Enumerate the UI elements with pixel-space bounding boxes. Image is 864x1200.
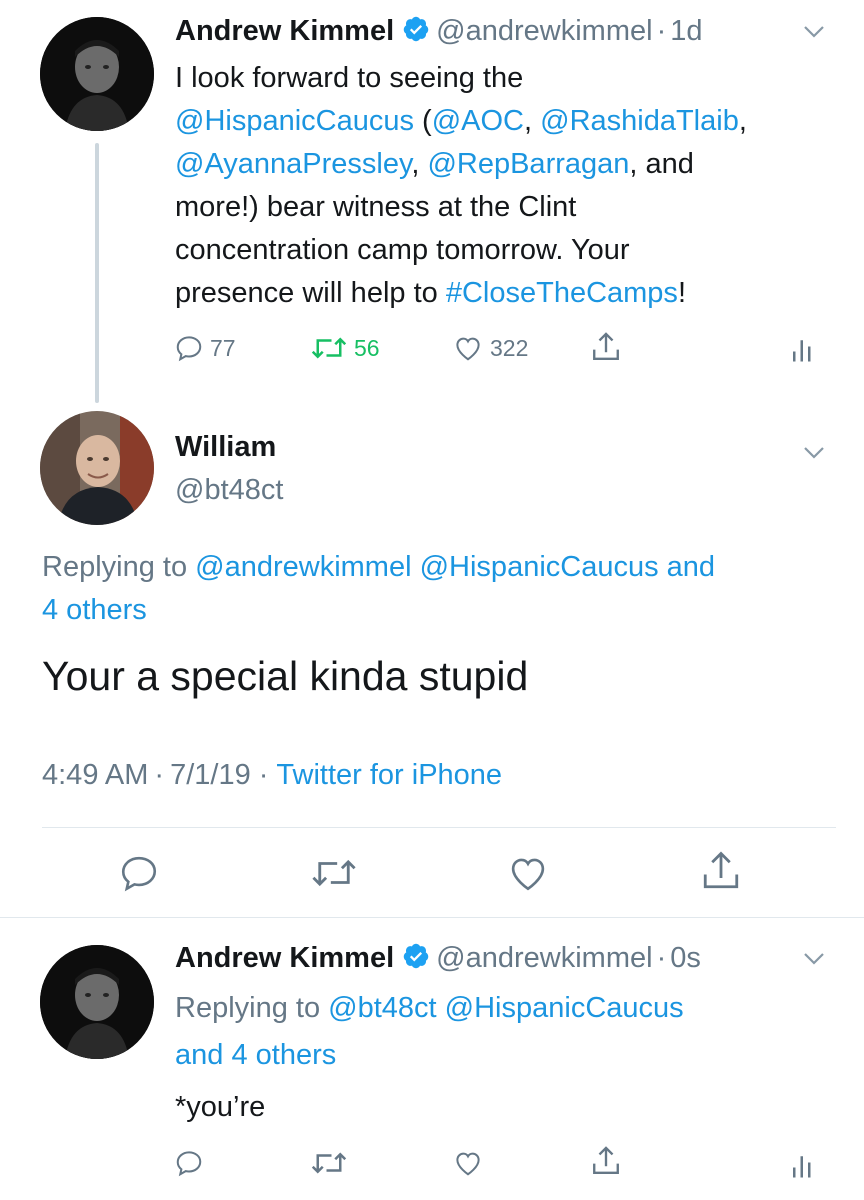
retweet-count: 56 (354, 334, 380, 361)
share-button[interactable] (590, 330, 622, 364)
tweet-text-segment: more!) bear witness at the Clint (175, 191, 577, 223)
analytics-button[interactable] (790, 334, 816, 364)
retweet-icon (312, 859, 356, 887)
tweet2-author-handle[interactable]: @bt48ct (175, 474, 283, 507)
thread-connector (95, 143, 99, 403)
replying-to-prefix: Replying to (175, 992, 329, 1024)
tweet-text-segment: ( (413, 105, 432, 137)
replying-to-others[interactable]: 4 others (42, 594, 147, 626)
like-button[interactable] (507, 852, 549, 894)
tweet-text-line: more!) bear witness at the Clint (175, 186, 835, 229)
divider (42, 827, 836, 828)
chevron-down-icon[interactable] (802, 951, 826, 972)
tweet-text-line: @AyannaPressley, @RepBarragan, and (175, 143, 835, 186)
tweet1-author-name[interactable]: Andrew Kimmel (175, 15, 394, 47)
replying-to-others[interactable]: and 4 others (175, 1039, 336, 1071)
reply-icon (176, 336, 202, 362)
tweet-text-segment: , (411, 148, 428, 180)
reply-button[interactable] (118, 852, 160, 894)
avatar-william[interactable] (40, 411, 154, 525)
replying-to-prefix: Replying to (42, 551, 196, 583)
share-icon (593, 332, 619, 360)
tweet1-author-handle[interactable]: @andrewkimmel (436, 15, 652, 47)
replying-to-link[interactable]: @bt48ct (328, 992, 436, 1024)
reply-icon (121, 856, 157, 892)
analytics-icon (793, 1156, 811, 1178)
replying-to-link[interactable]: @andrewkimmel (195, 551, 411, 583)
mention-link[interactable]: @RashidaTlaib (540, 105, 739, 137)
retweet-button[interactable]: 56 (310, 333, 380, 363)
mention-link[interactable]: @AyannaPressley (175, 148, 411, 180)
verified-badge-icon (402, 942, 430, 975)
tweet3-replying-to: Replying to @bt48ct @HispanicCaucus and … (175, 985, 684, 1079)
tweet-text-segment: presence will help to (175, 277, 446, 309)
mention-link[interactable]: @HispanicCaucus (175, 105, 414, 137)
analytics-icon (793, 340, 811, 362)
separator: · (154, 759, 165, 791)
tweet2-author-name[interactable]: William (175, 431, 276, 464)
tweet3-text: *you’re (175, 1091, 266, 1123)
separator: · (258, 759, 269, 791)
share-icon (593, 1146, 619, 1174)
tweet-text-segment: I look forward to seeing the (175, 62, 524, 94)
avatar-andrew-kimmel[interactable] (40, 17, 154, 131)
replying-to-link[interactable]: @HispanicCaucus (445, 992, 684, 1024)
share-icon (703, 851, 739, 889)
avatar-image (40, 945, 154, 1059)
tweet2-time: 4:49 AM (42, 759, 149, 791)
like-icon (511, 858, 545, 891)
tweet2-date: 7/1/19 (170, 759, 251, 791)
like-count: 322 (490, 334, 529, 361)
retweet-icon (311, 337, 347, 359)
avatar-image (40, 17, 154, 131)
reply-button[interactable] (174, 1148, 204, 1178)
tweet-text-segment: ! (677, 277, 686, 309)
tweet3-header: Andrew Kimmel @andrewkimmel · 0s (175, 942, 701, 975)
avatar-andrew-kimmel[interactable] (40, 945, 154, 1059)
tweet1-separator: · (656, 15, 667, 47)
tweet3-timestamp[interactable]: 0s (670, 942, 701, 974)
reply-count: 77 (210, 334, 236, 361)
tweet3-author-handle[interactable]: @andrewkimmel (436, 942, 652, 974)
like-icon (456, 1152, 480, 1176)
tweet2-source[interactable]: Twitter for iPhone (276, 759, 502, 791)
divider (0, 917, 864, 918)
tweet2-replying-to: Replying to @andrewkimmel @HispanicCaucu… (42, 546, 715, 632)
mention-link[interactable]: @RepBarragan (427, 148, 629, 180)
tweet3-separator: · (656, 942, 667, 974)
analytics-button[interactable] (790, 1150, 816, 1180)
tweet-text-segment: , (524, 105, 541, 137)
like-button[interactable] (452, 1148, 484, 1178)
like-button[interactable]: 322 (452, 333, 528, 363)
verified-badge-icon (402, 15, 430, 48)
tweet-text-segment: , and (629, 148, 694, 180)
tweet-text-line: @HispanicCaucus (@AOC, @RashidaTlaib, (175, 100, 835, 143)
tweet2-metadata: 4:49 AM · 7/1/19 · Twitter for iPhone (42, 759, 502, 792)
retweet-button[interactable] (310, 854, 358, 892)
share-button[interactable] (700, 848, 742, 894)
tweet-text-segment: , (738, 105, 747, 137)
retweet-icon (311, 1152, 347, 1174)
share-button[interactable] (590, 1144, 622, 1178)
reply-button[interactable]: 77 (174, 333, 236, 363)
tweet-text-line: I look forward to seeing the (175, 57, 835, 100)
retweet-button[interactable] (310, 1148, 348, 1178)
tweet-text-segment: concentration camp tomorrow. Your (175, 234, 630, 266)
tweet1-timestamp[interactable]: 1d (670, 15, 702, 47)
reply-icon (176, 1151, 202, 1177)
tweet2-text: Your a special kinda stupid (42, 653, 529, 699)
avatar-image (40, 411, 154, 525)
chevron-down-icon[interactable] (802, 445, 826, 466)
chevron-down-icon[interactable] (802, 24, 826, 45)
like-icon (456, 337, 480, 361)
tweet1-header: Andrew Kimmel @andrewkimmel · 1d (175, 15, 703, 48)
mention-link[interactable]: @AOC (432, 105, 524, 137)
tweet3-author-name[interactable]: Andrew Kimmel (175, 942, 394, 974)
tweet-text-line: presence will help to #CloseTheCamps! (175, 272, 835, 315)
replying-to-link[interactable]: @HispanicCaucus (420, 551, 659, 583)
tweet1-text: I look forward to seeing the @HispanicCau… (175, 57, 835, 315)
tweet-text-line: concentration camp tomorrow. Your (175, 229, 835, 272)
replying-to-and[interactable]: and (659, 551, 715, 583)
hashtag-link[interactable]: #CloseTheCamps (446, 277, 678, 309)
